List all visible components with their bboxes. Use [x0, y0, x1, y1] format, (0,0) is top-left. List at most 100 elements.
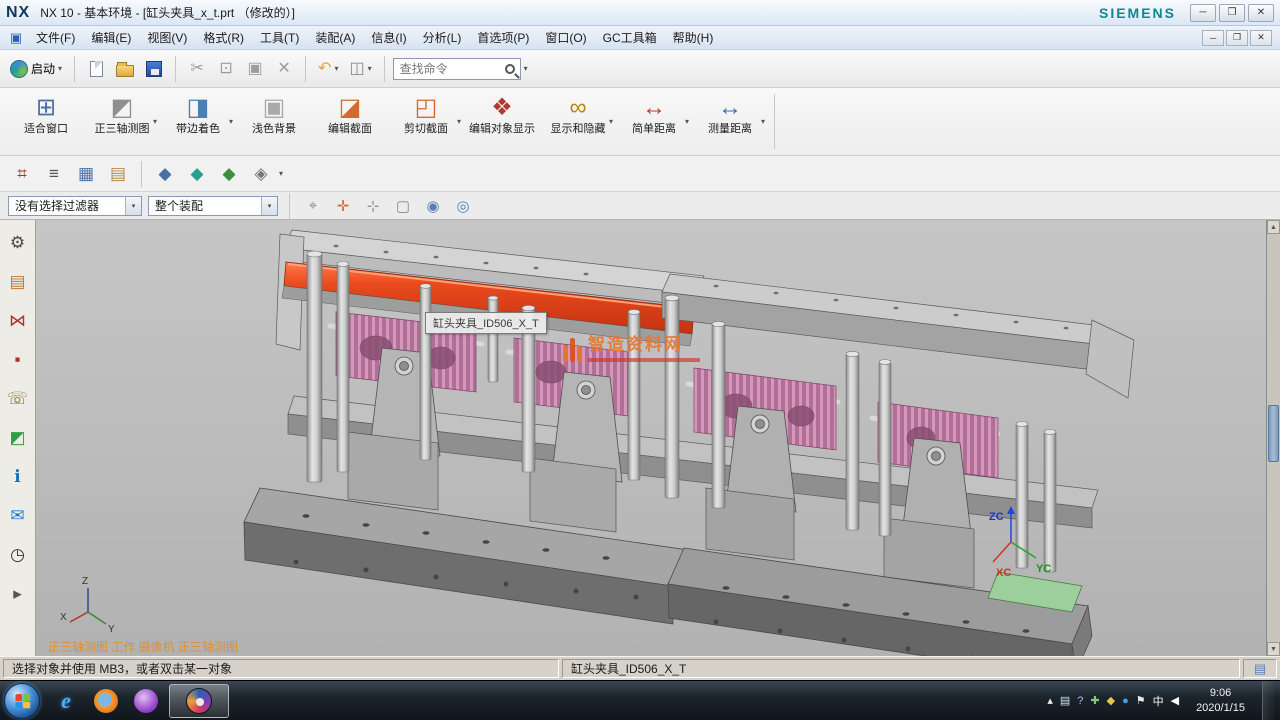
- model-3d[interactable]: ZC XC YC Z X Y: [36, 220, 1266, 656]
- phone-support-icon[interactable]: ☏: [5, 386, 31, 412]
- menu-preferences[interactable]: 首选项(P): [469, 26, 537, 49]
- menu-gc-toolbox[interactable]: GC工具箱: [595, 26, 665, 49]
- tray-flag-icon[interactable]: ⚑: [1136, 694, 1146, 707]
- menu-file[interactable]: 文件(F): [28, 26, 83, 49]
- save-button[interactable]: [141, 55, 167, 83]
- graphics-viewport[interactable]: ZC XC YC Z X Y 缸头夹具_ID506_X_T 智造资料网: [36, 220, 1266, 656]
- chevron-down-icon[interactable]: ▾: [524, 64, 528, 73]
- web-mail-icon[interactable]: ✉: [5, 503, 31, 529]
- assembly-constraints-icon[interactable]: ◆: [215, 160, 243, 188]
- button-icon: ▣: [263, 95, 286, 121]
- delete-button[interactable]: ✕: [271, 55, 297, 83]
- menu-edit[interactable]: 编辑(E): [83, 26, 139, 49]
- cut-button[interactable]: ✂: [184, 55, 210, 83]
- report-sheet-icon[interactable]: ▤: [104, 160, 132, 188]
- fit-window-button[interactable]: ⊞ 适合窗口: [8, 90, 84, 153]
- scrollbar-track[interactable]: [1267, 234, 1280, 642]
- tray-security-icon[interactable]: ✚: [1090, 694, 1099, 707]
- light-background-button[interactable]: ▣ 浅色背景: [236, 90, 312, 153]
- status-icon[interactable]: ▤: [1243, 659, 1277, 678]
- scrollbar-thumb[interactable]: [1268, 405, 1279, 462]
- tray-volume-icon[interactable]: ◀: [1171, 694, 1179, 707]
- marquee-select-icon[interactable]: ▢: [391, 194, 415, 218]
- mdi-restore-button[interactable]: ❐: [1226, 30, 1248, 46]
- maximize-button[interactable]: ❐: [1219, 4, 1245, 22]
- info-icon[interactable]: ℹ: [5, 464, 31, 490]
- add-component-icon[interactable]: ◆: [151, 160, 179, 188]
- assembly-navigator-icon[interactable]: ⋈: [5, 308, 31, 334]
- measure-distance-button[interactable]: ↔ ▾ 测量距离: [692, 90, 768, 153]
- show-desktop-button[interactable]: [1262, 681, 1274, 720]
- new-file-button[interactable]: [83, 55, 109, 83]
- taskbar-clock[interactable]: 9:06 2020/1/15: [1186, 686, 1255, 716]
- menu-information[interactable]: 信息(I): [363, 26, 414, 49]
- roles-gear-icon[interactable]: ⚙: [5, 230, 31, 256]
- snap-point-icon[interactable]: ⌖: [301, 194, 325, 218]
- shaded-with-edges-button[interactable]: ◨ ▾ 带边着色: [160, 90, 236, 153]
- command-search[interactable]: [393, 58, 521, 80]
- selection-filter-dropdown[interactable]: 没有选择过滤器 ▾: [8, 196, 142, 216]
- taskbar-firefox-icon[interactable]: [87, 684, 125, 718]
- simple-distance-button[interactable]: ↔ ▾ 简单距离: [616, 90, 692, 153]
- edit-section-button[interactable]: ◪ 编辑截面: [312, 90, 388, 153]
- clip-section-button[interactable]: ◰ ▾ 剪切截面: [388, 90, 464, 153]
- taskbar-nx-active-app[interactable]: [169, 684, 229, 718]
- tray-expand-icon[interactable]: ▴: [1047, 694, 1053, 707]
- sphere-select-icon[interactable]: ◉: [421, 194, 445, 218]
- touch-pad-icon[interactable]: ▤: [5, 269, 31, 295]
- component-table-icon[interactable]: ▦: [72, 160, 100, 188]
- paste-button[interactable]: ▣: [242, 55, 268, 83]
- history-clock-icon[interactable]: ◷: [5, 542, 31, 568]
- menu-window[interactable]: 窗口(O): [537, 26, 594, 49]
- menu-assemblies[interactable]: 装配(A): [307, 26, 363, 49]
- scroll-down-icon[interactable]: ▼: [1267, 642, 1280, 656]
- button-icon: ❖: [491, 95, 513, 121]
- start-menu-button[interactable]: 启动 ▾: [6, 55, 66, 83]
- show-hide-button[interactable]: ∞ ▾ 显示和隐藏: [540, 90, 616, 153]
- find-component-icon[interactable]: ⌗: [8, 160, 36, 188]
- tray-help-icon[interactable]: ?: [1077, 695, 1083, 707]
- vertical-scrollbar[interactable]: ▲ ▼: [1266, 220, 1280, 656]
- part-navigator-icon[interactable]: ◩: [5, 425, 31, 451]
- wave-link-icon[interactable]: ◈: [247, 160, 275, 188]
- mdi-minimize-button[interactable]: ─: [1202, 30, 1224, 46]
- search-input[interactable]: [400, 62, 500, 76]
- search-icon[interactable]: [500, 64, 520, 74]
- selection-scope-dropdown[interactable]: 整个装配 ▾: [148, 196, 278, 216]
- menu-format[interactable]: 格式(R): [195, 26, 252, 49]
- snap-end-point-icon[interactable]: ✛: [331, 194, 355, 218]
- button-icon: ◪: [339, 95, 362, 121]
- menu-analysis[interactable]: 分析(L): [415, 26, 470, 49]
- mdi-close-button[interactable]: ✕: [1250, 30, 1272, 46]
- menu-tools[interactable]: 工具(T): [252, 26, 307, 49]
- tray-ime-icon[interactable]: 中: [1153, 693, 1164, 709]
- edit-object-display-button[interactable]: ❖ 编辑对象显示: [464, 90, 540, 153]
- tray-update-icon[interactable]: ◆: [1107, 694, 1115, 707]
- taskbar-browser-icon[interactable]: [127, 684, 165, 718]
- taskbar-ie-icon[interactable]: e: [47, 684, 85, 718]
- start-button[interactable]: [4, 683, 40, 719]
- minimize-button[interactable]: ─: [1190, 4, 1216, 22]
- sphere-select-alt-icon[interactable]: ◎: [451, 194, 475, 218]
- move-component-icon[interactable]: ◆: [183, 160, 211, 188]
- chevron-down-icon: ▾: [125, 197, 141, 215]
- expand-arrow-icon[interactable]: ▸: [5, 581, 31, 607]
- separator: [305, 56, 306, 82]
- view-style-button[interactable]: ◫ ▾: [345, 55, 375, 83]
- base-plate-left[interactable]: [244, 488, 688, 624]
- scroll-up-icon[interactable]: ▲: [1267, 220, 1280, 234]
- undo-button[interactable]: ↶ ▾: [314, 55, 342, 83]
- copy-button[interactable]: ⊡: [213, 55, 239, 83]
- open-file-button[interactable]: [112, 55, 138, 83]
- isometric-view-button[interactable]: ◩ ▾ 正三轴测图: [84, 90, 160, 153]
- menu-view[interactable]: 视图(V): [139, 26, 195, 49]
- chevron-down-icon[interactable]: ▾: [279, 169, 283, 178]
- layer-settings-icon[interactable]: ≡: [40, 160, 68, 188]
- close-button[interactable]: ✕: [1248, 4, 1274, 22]
- menu-help[interactable]: 帮助(H): [665, 26, 722, 49]
- view-style-icon: ◫: [349, 61, 364, 77]
- tray-network-icon[interactable]: ▤: [1060, 694, 1070, 707]
- snap-mid-point-icon[interactable]: ⊹: [361, 194, 385, 218]
- constraint-pin-icon[interactable]: ▪: [5, 347, 31, 373]
- tray-cloud-icon[interactable]: ●: [1122, 695, 1129, 707]
